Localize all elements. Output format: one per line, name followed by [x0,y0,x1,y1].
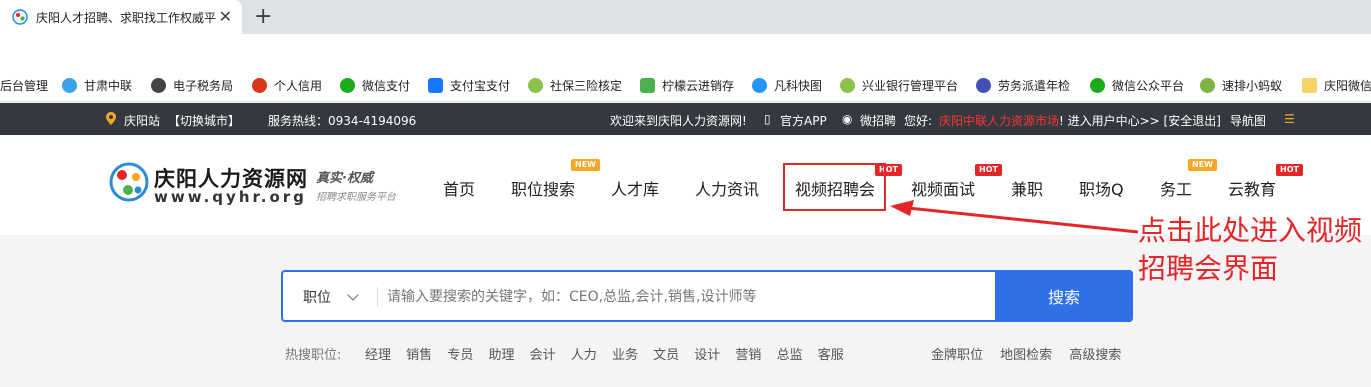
bookmark-item[interactable]: 支付宝支付 [428,77,510,94]
search-divider [377,287,378,307]
bookmark-icon [252,78,267,93]
user-name-link[interactable]: 庆阳中联人力资源市场 [939,112,1059,129]
hot-search-items: 经理 销售 专员 助理 会计 人力 业务 文员 设计 营销 总监 客服 [365,344,844,363]
switch-city-link[interactable]: 【切换城市】 [168,112,240,129]
advanced-search-link[interactable]: 高级搜索 [1069,348,1121,363]
hot-search-item[interactable]: 营销 [735,348,761,363]
bookmark-item[interactable]: 社保三险核定 [528,77,622,94]
bookmark-item[interactable]: 微信支付 [340,77,410,94]
bookmark-item[interactable]: 后台管理 [0,77,48,94]
wechat-recruit-link[interactable]: 微招聘 [860,112,896,129]
browser-tab[interactable]: 庆阳人才招聘、求职找工作权威平台 ✕ [0,0,242,34]
hot-search-label: 热搜职位: [285,348,342,363]
bookmark-icon [428,78,443,93]
bookmark-icon [151,78,166,93]
welcome-text: 欢迎来到庆阳人力资源网! [610,114,747,128]
nav-home[interactable]: 首页 [443,176,475,200]
hot-search-item[interactable]: 客服 [818,348,844,363]
bookmark-item[interactable]: 个人信用 [252,77,322,94]
hot-search-item[interactable]: 人力 [571,348,597,363]
search-button[interactable]: 搜索 [995,270,1133,322]
new-badge: NEW [1188,159,1217,171]
hot-search-item[interactable]: 助理 [488,348,514,363]
search-category-select[interactable]: 职位 [303,287,331,307]
hot-search-item[interactable]: 专员 [447,348,473,363]
nav-labor[interactable]: 务工 [1160,176,1192,200]
logo-slogan: 真实·权威 [316,171,373,186]
job-search-bar: 职位 搜索 [281,270,1133,322]
folder-icon [1302,78,1317,93]
tab-title: 庆阳人才招聘、求职找工作权威平台 [36,10,216,25]
bookmark-icon [976,78,991,93]
new-badge: NEW [571,159,600,171]
hello-prefix: 您好: [904,114,933,128]
gold-jobs-link[interactable]: 金牌职位 [931,348,983,363]
hot-badge: HOT [975,164,1002,176]
site-favicon-icon [12,9,28,25]
wechat-icon: ◉ [842,112,853,126]
browser-tab-strip: 庆阳人才招聘、求职找工作权威平台 ✕ + [0,0,1371,34]
sitemap-link[interactable]: 导航图 [1230,112,1266,129]
tab-close-icon[interactable]: ✕ [219,8,232,26]
bookmark-icon [640,78,655,93]
annotation-arrow-icon [890,200,1139,234]
map-search-link[interactable]: 地图检索 [1000,348,1052,363]
extra-search-links: 金牌职位 地图检索 高级搜索 [931,344,1121,363]
current-city: 庆阳站 [124,114,161,128]
bookmark-item[interactable]: 劳务派遣年检 [976,77,1070,94]
bookmark-item[interactable]: 电子税务局 [151,77,233,94]
hot-search-item[interactable]: 销售 [406,348,432,363]
bookmarks-bar: 后台管理 甘肃中联 电子税务局 个人信用 微信支付 支付宝支付 社保三险核定 柠… [0,70,1371,102]
bookmark-item[interactable]: 柠檬云进销存 [640,77,734,94]
service-hotline: 服务热线：0934-4194096 [268,114,417,128]
logo-mark-icon [109,162,149,202]
bookmark-icon [1090,78,1105,93]
bookmark-item[interactable]: 庆阳微信 [1302,77,1371,94]
bookmark-icon [62,78,77,93]
nav-talent-pool[interactable]: 人才库 [611,176,659,200]
user-center-link[interactable]: ! 进入用户中心>> [安全退出] [1059,112,1221,129]
bookmark-item[interactable]: 微信公众平台 [1090,77,1184,94]
hot-search-row: 热搜职位: [285,344,341,363]
menu-icon[interactable]: ☰ [1284,112,1295,126]
search-input[interactable] [387,280,987,314]
nav-hr-news[interactable]: 人力资讯 [695,176,759,200]
hot-search-item[interactable]: 会计 [530,348,556,363]
new-tab-icon[interactable]: + [254,4,272,29]
bookmark-item[interactable]: 兴业银行管理平台 [840,77,958,94]
hot-search-item[interactable]: 经理 [365,348,391,363]
hot-search-item[interactable]: 设计 [694,348,720,363]
annotation-text: 点击此处进入视频招聘会界面 [1138,214,1363,285]
nav-job-search[interactable]: 职位搜索 [511,176,575,200]
bookmark-icon [528,78,543,93]
bookmark-item[interactable]: 甘肃中联 [62,77,132,94]
annotation-highlight-box [783,163,886,211]
nav-cloud-education[interactable]: 云教育 [1228,176,1276,200]
logo-subtitle: 招聘求职服务平台 [316,192,396,203]
hot-search-item[interactable]: 总监 [777,348,803,363]
chevron-down-icon[interactable] [347,289,359,301]
bookmark-icon [340,78,355,93]
bookmark-item[interactable]: 凡科快图 [752,77,822,94]
address-bar-area [0,34,1371,70]
bookmark-icon [752,78,767,93]
official-app-link[interactable]: 官方APP [780,112,827,129]
site-logo[interactable]: 庆阳人力资源网 www.qyhr.org 真实·权威 招聘求职服务平台 [108,161,408,207]
bookmark-icon [1200,78,1215,93]
bookmark-icon [840,78,855,93]
hot-badge: HOT [1276,164,1303,176]
bookmark-item[interactable]: 速排小蚂蚁 [1200,77,1282,94]
mobile-icon: ▯ [764,112,771,126]
site-topbar: 庆阳站 【切换城市】 服务热线：0934-4194096 欢迎来到庆阳人力资源网… [0,103,1371,135]
hot-search-item[interactable]: 文员 [653,348,679,363]
hot-search-item[interactable]: 业务 [612,348,638,363]
location-pin-icon [106,112,116,125]
logo-url: www.qyhr.org [154,188,307,206]
